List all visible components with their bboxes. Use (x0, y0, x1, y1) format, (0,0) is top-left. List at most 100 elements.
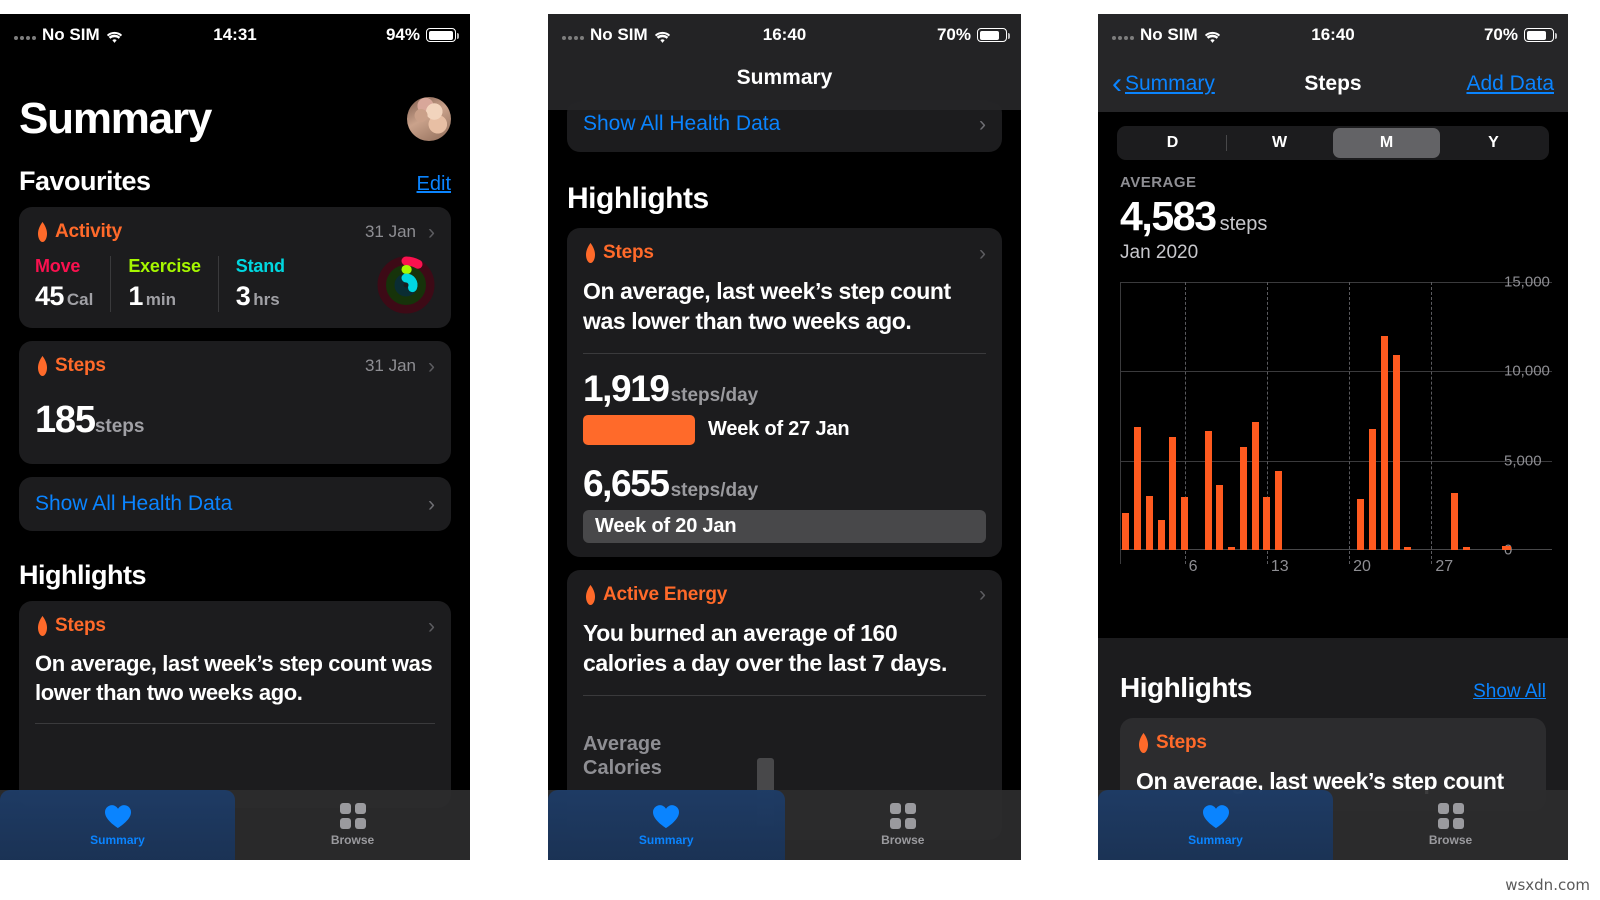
highlights-label: Highlights (1120, 672, 1252, 703)
chart-y-tick-label: 15,000 (1504, 273, 1550, 291)
grid-icon (339, 803, 366, 829)
tab-summary[interactable]: Summary (1098, 790, 1333, 860)
metric-exercise-number: 1 (128, 281, 143, 311)
highlights-header: Highlights (0, 544, 470, 601)
tab-summary[interactable]: Summary (0, 790, 235, 860)
nav-bar: No SIM 16:40 70% Summary (548, 14, 1021, 110)
battery-percent-label: 94% (385, 25, 420, 44)
signal-dots-icon (14, 31, 36, 40)
edit-button[interactable]: Edit (417, 173, 451, 196)
tab-bar: Summary Browse (0, 790, 470, 860)
segment-year[interactable]: Y (1440, 128, 1547, 158)
tab-browse[interactable]: Browse (235, 790, 470, 860)
status-bar: No SIM 14:31 94% (0, 14, 470, 56)
highlight-card-header: Steps › (583, 242, 986, 264)
comparison-unit-2: steps/day (670, 479, 759, 501)
chart-bar (1169, 437, 1177, 550)
divider (583, 352, 986, 354)
tab-browse-label: Browse (330, 833, 375, 847)
highlights-label: Highlights (567, 182, 709, 215)
chart-bar (1228, 547, 1236, 550)
average-block: AVERAGE 4,583 steps Jan 2020 (1098, 160, 1568, 264)
tab-summary[interactable]: Summary (548, 790, 785, 860)
tab-bar: Summary Browse (1098, 790, 1568, 860)
battery-percent-label: 70% (1483, 25, 1518, 44)
chart-bar (1451, 492, 1459, 550)
chevron-right-icon: › (979, 112, 986, 136)
comparison-bar-1 (583, 414, 695, 445)
segment-month[interactable]: M (1333, 128, 1440, 158)
flame-icon (35, 222, 50, 242)
battery-percent-label: 70% (936, 25, 971, 44)
chevron-right-icon: › (979, 583, 986, 607)
metric-exercise-label: Exercise (128, 256, 201, 276)
activity-metrics: Move 45 Cal Exercise 1 min Stand 3 hrs (35, 256, 435, 314)
chart-x-tick-label: 13 (1270, 558, 1289, 575)
signal-dots-icon (1112, 31, 1134, 40)
metric-move-label: Move (35, 256, 81, 276)
show-all-button[interactable]: Show All (1473, 681, 1546, 703)
highlight-card-title: Steps (55, 615, 106, 636)
status-bar-right: 94% (385, 25, 459, 45)
energy-card-axis-label: Average Calories (583, 732, 986, 781)
metric-stand: Stand 3 hrs (217, 256, 302, 312)
chart-bar (1134, 426, 1142, 550)
status-bar: No SIM 16:40 70% (1098, 14, 1568, 56)
chart-vertical-gridline (1431, 282, 1433, 564)
highlight-card-body: On average, last week’s step count was l… (583, 278, 951, 334)
battery-icon (1524, 28, 1557, 42)
steps-card[interactable]: Steps 31 Jan › 185steps (19, 341, 451, 464)
flame-icon (583, 243, 598, 263)
comparison-unit-1: steps/day (670, 384, 759, 406)
chart-plot-area: 0 5,000 10,000 15,000 6 13 20 27 (1120, 274, 1552, 575)
tab-summary-label: Summary (1188, 832, 1243, 847)
phone-panel-steps-detail: No SIM 16:40 70% ‹ Summary Steps Add Dat… (1098, 14, 1568, 860)
highlight-card-steps[interactable]: Steps › On average, last week’s step cou… (567, 228, 1002, 557)
metric-exercise-unit: min (145, 290, 176, 309)
activity-card[interactable]: Activity 31 Jan › Move 45 Cal Exercise 1m… (19, 207, 451, 328)
avatar[interactable] (407, 97, 451, 141)
tab-browse[interactable]: Browse (1333, 790, 1568, 860)
highlight-card-header: Steps › (35, 615, 435, 637)
activity-rings-icon (377, 256, 435, 314)
chart-x-tick-label: 6 (1188, 558, 1198, 575)
activity-card-date: 31 Jan (364, 222, 416, 241)
chart-bar (1145, 496, 1153, 550)
comparison-value-2: 6,655 (583, 462, 670, 504)
segment-day[interactable]: D (1119, 128, 1226, 158)
highlight-card-chart-area (35, 724, 435, 794)
show-all-health-data-label: Show All Health Data (35, 492, 233, 515)
show-all-health-data-row[interactable]: Show All Health Data › (19, 477, 451, 531)
highlight-card-steps[interactable]: Steps › On average, last week’s step cou… (19, 601, 451, 809)
chart-bar (1357, 499, 1365, 550)
grid-icon (1437, 803, 1464, 829)
add-data-label: Add Data (1466, 72, 1554, 95)
chart-x-tick-label: 27 (1435, 558, 1454, 575)
chart-bar (1369, 429, 1377, 550)
activity-card-header: Activity 31 Jan › (35, 221, 435, 243)
energy-card-body: You burned an average of 160 calories a … (583, 619, 948, 676)
phone-panel-summary: No SIM 14:31 94% Summary Favourites Edit (0, 14, 470, 860)
wifi-icon (1204, 29, 1221, 43)
heart-icon (652, 804, 680, 829)
energy-axis-line1: Average (583, 732, 662, 755)
chart-y-tick-label: 10,000 (1504, 362, 1550, 380)
grid-icon (889, 803, 916, 829)
tab-browse[interactable]: Browse (785, 790, 1022, 860)
average-unit: steps (1219, 213, 1268, 235)
highlight-card-header: Steps (1136, 732, 1530, 754)
metric-stand-label: Stand (235, 256, 285, 276)
tab-bar: Summary Browse (548, 790, 1021, 860)
status-bar-left: No SIM (1112, 25, 1221, 45)
add-data-button[interactable]: Add Data (1466, 72, 1554, 96)
comparison-week-2: 6,655 steps/day Week of 20 Jan (583, 463, 986, 543)
energy-axis-line2: Calories (583, 756, 662, 779)
segment-week[interactable]: W (1226, 128, 1333, 158)
steps-bar-chart[interactable]: 0 5,000 10,000 15,000 6 13 20 27 (1098, 274, 1568, 604)
highlights-list: Steps › On average, last week’s step cou… (548, 228, 1021, 841)
tab-browse-label: Browse (1428, 833, 1473, 847)
range-segmented-control[interactable]: D W M Y (1117, 126, 1549, 160)
flame-icon (35, 356, 50, 376)
steps-card-header: Steps 31 Jan › (35, 355, 435, 377)
show-all-health-data-label: Show All Health Data (583, 112, 781, 135)
